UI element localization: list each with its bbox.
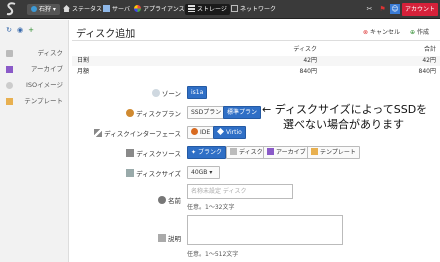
disk-icon [230,148,237,155]
archive-icon [267,148,274,155]
sidebar: ↻ ◉ + ディスク アーカイブ ISOイメージ テンプレート [0,20,69,262]
nav-appliance[interactable]: アプライアンス [131,4,188,15]
plan-icon [125,109,134,117]
nav-status[interactable]: ステータス [60,4,105,15]
annotation-line-1: ← ディスクサイズによってSSDを [262,103,428,116]
user-icon[interactable]: ☺ [390,4,400,14]
cancel-button[interactable]: ⊗ キャンセル [363,27,400,36]
close-icon: ⊗ [363,29,369,36]
plan-label: ディスクプラン [125,108,181,118]
sidebar-item-template[interactable]: テンプレート [4,95,66,108]
price-header-row: ディスク 合計 [293,46,436,53]
top-navigation-bar: 石狩 ▾ ステータス サーバ アプライアンス ストレージ ネットワーク ✂ ⚑ … [0,0,440,19]
nav-server[interactable]: サーバ [100,4,133,15]
logo-icon[interactable] [5,2,18,17]
interface-label: ディスクインターフェース [94,128,181,138]
chevron-down-icon: ▾ [209,169,213,176]
network-icon [231,5,238,12]
name-label: 名前 [158,195,181,205]
name-hint: 任意。1～32文字 [187,204,235,211]
add-icon[interactable]: + [27,26,35,34]
create-button[interactable]: ⊕ 作成 [410,27,429,36]
name-icon [158,196,166,204]
nav-network[interactable]: ネットワーク [228,4,279,15]
zone-label: ゾーン [151,88,181,98]
template-icon [311,148,318,155]
tools-icon[interactable]: ✂ [364,4,375,15]
iso-icon [6,82,13,89]
source-label: ディスクソース [126,148,181,158]
description-hint: 任意。1～512文字 [187,251,239,258]
account-button[interactable]: アカウント [402,3,438,16]
nav-storage[interactable]: ストレージ [185,4,230,15]
source-blank-button[interactable]: ✦ ブランク [187,146,226,159]
price-row-monthly: 月額 840円 840円 [77,68,436,75]
description-label: 説明 [158,233,181,243]
description-textarea[interactable] [187,215,343,245]
appliance-icon [134,5,141,12]
alert-icon[interactable]: ⚑ [377,4,388,15]
star-icon: ✦ [191,149,198,156]
zone-value: is1a [187,86,208,99]
add-icon: ⊕ [410,29,416,36]
ide-icon [191,128,198,135]
source-archive-button[interactable]: アーカイブ [263,146,310,159]
source-template-button[interactable]: テンプレート [307,146,360,159]
size-select[interactable]: 40GB ▾ [187,166,220,179]
sidebar-tools: ↻ ◉ + [5,26,38,34]
plan-standard-button[interactable]: 標準プラン [223,106,262,119]
sidebar-item-disk[interactable]: ディスク [4,47,66,60]
description-icon [158,234,166,242]
template-icon [6,98,13,105]
interface-icon [94,129,103,137]
globe-icon [31,6,37,12]
virtio-icon [217,128,224,135]
divider [72,40,440,41]
cloud-icon [151,89,160,97]
archive-icon [6,66,13,73]
name-input[interactable]: 名称未設定 ディスク [187,184,293,199]
zone-selector[interactable]: 石狩 ▾ [27,4,60,15]
size-label: ディスクサイズ [126,168,181,178]
source-disk-button[interactable]: ディスク [226,146,267,159]
price-row-daily: 日割 42円 42円 [72,56,440,66]
storage-icon [188,5,195,12]
home-icon [63,5,70,12]
interface-virtio-button[interactable]: Virtio [213,126,246,139]
source-icon [126,149,135,157]
sidebar-item-archive[interactable]: アーカイブ [4,63,66,76]
plan-ssd-button[interactable]: SSDプラン [187,106,226,119]
size-icon [126,169,135,177]
server-icon [103,5,110,12]
interface-ide-button[interactable]: IDE [187,126,215,139]
annotation-line-2: 選べない場合があります [283,118,404,131]
globe-icon[interactable]: ◉ [16,26,24,34]
sidebar-item-iso[interactable]: ISOイメージ [4,79,66,92]
page-title: ディスク追加 [76,29,136,40]
refresh-icon[interactable]: ↻ [5,26,13,34]
disk-icon [6,50,13,57]
